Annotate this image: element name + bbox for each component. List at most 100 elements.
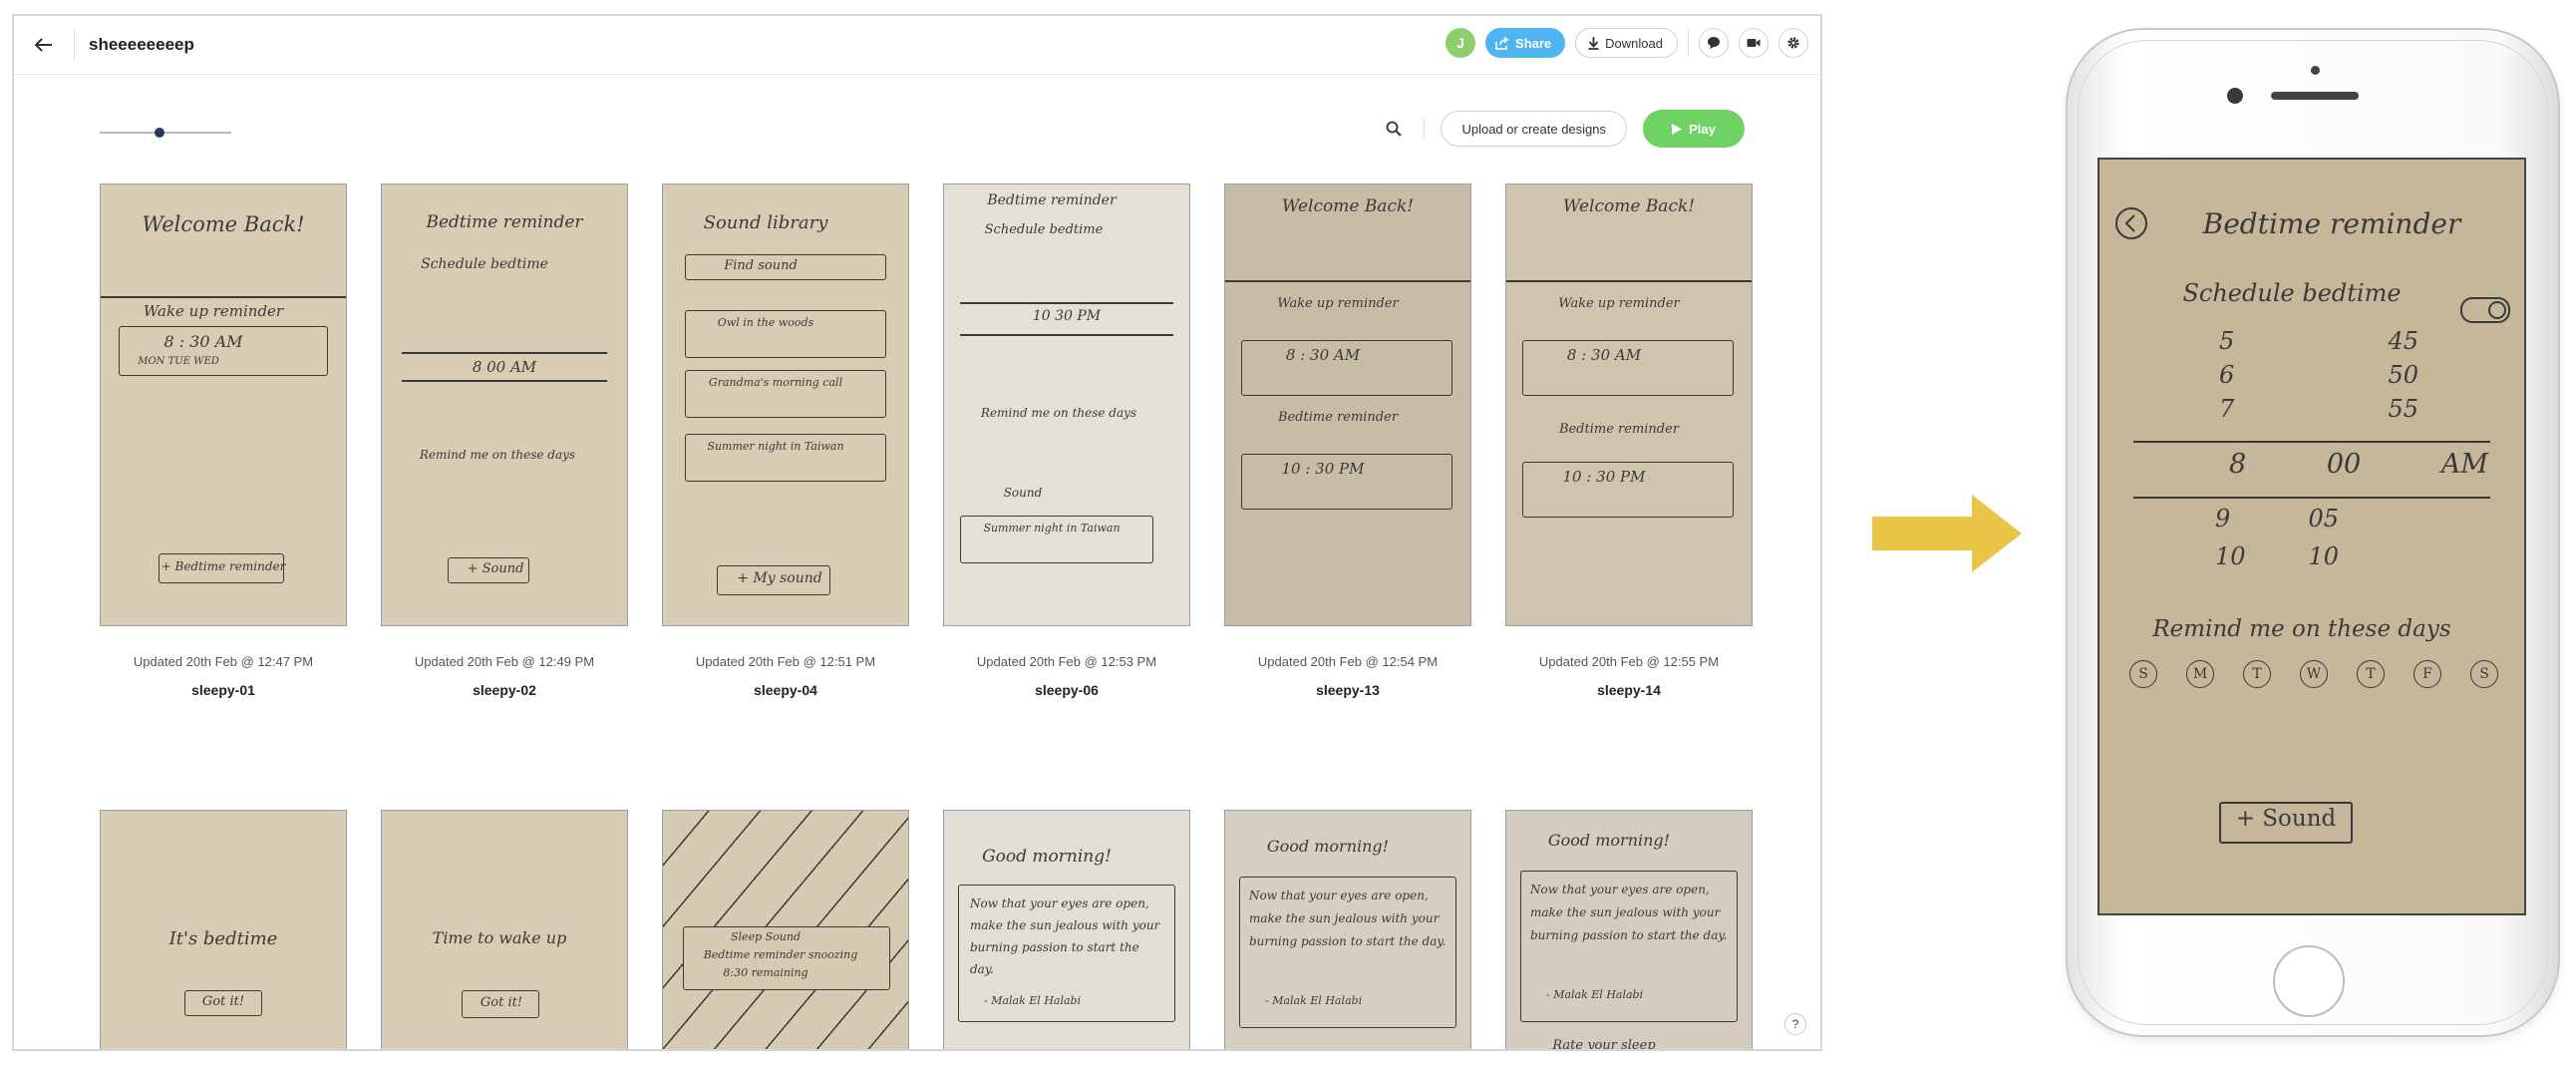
upload-create-button[interactable]: Upload or create designs	[1441, 111, 1627, 147]
screen-name[interactable]: sleepy-04	[662, 682, 909, 698]
screen-name[interactable]: sleepy-14	[1505, 682, 1753, 698]
sketch-text: 10 : 30 PM	[1562, 468, 1646, 486]
screen-thumbnail[interactable]: Bedtime reminder Schedule bedtime 8 00 A…	[381, 183, 628, 626]
screen-thumbnail[interactable]: Sound library Find sound Owl in the wood…	[662, 183, 909, 626]
sketch-line	[101, 296, 346, 298]
sketch-title: Good morning!	[982, 847, 1112, 867]
sketch-text: 8 : 30 AM	[1285, 346, 1361, 364]
screen-thumbnail[interactable]: Good morning! Now that your eyes are ope…	[943, 810, 1190, 1049]
phone-schedule-label: Schedule bedtime	[2182, 279, 2402, 307]
gear-icon	[1787, 37, 1799, 49]
screen-thumbnail[interactable]: Welcome Back! Wake up reminder 8 : 30 AM…	[1505, 183, 1753, 626]
sketch-line	[960, 302, 1173, 304]
sketch-text: Remind me on these days	[419, 448, 576, 462]
play-button[interactable]: Play	[1643, 110, 1745, 148]
sketch-text: + Bedtime reminder	[161, 559, 286, 573]
video-button[interactable]	[1739, 28, 1769, 58]
sketch-text: MON TUE WED	[138, 356, 219, 367]
search-button[interactable]	[1380, 115, 1408, 143]
sketch-text: Sleep Sound	[731, 930, 801, 943]
video-icon	[1747, 39, 1761, 47]
user-avatar[interactable]: J	[1446, 28, 1476, 58]
screen-thumbnail[interactable]: Sleep Sound Bedtime reminder snoozing 8:…	[662, 810, 909, 1049]
screen-thumbnail[interactable]: Welcome Back! Wake up reminder 8 : 30 AM…	[100, 183, 347, 626]
help-button[interactable]: ?	[1784, 1013, 1806, 1035]
sketch-title: Time to wake up	[432, 928, 567, 947]
sketch-text: - Malak El Halabi	[1265, 994, 1363, 1007]
phone-sensor	[2311, 66, 2320, 75]
screen-thumbnail[interactable]: Good morning! Now that your eyes are ope…	[1505, 810, 1753, 1051]
screen-thumbnail[interactable]: Welcome Back! Wake up reminder 8 : 30 AM…	[1224, 183, 1471, 626]
project-title: sheeeeeeeep	[89, 35, 194, 54]
sketch-title: Sound library	[703, 212, 828, 233]
download-icon	[1588, 36, 1599, 50]
phone-screen[interactable]: Bedtime reminder Schedule bedtime 5 45 65…	[2097, 158, 2526, 915]
minute-value: 10	[2308, 542, 2339, 570]
comments-button[interactable]	[1699, 28, 1729, 58]
share-button[interactable]: Share	[1485, 28, 1566, 58]
sketch-line	[2133, 441, 2490, 443]
screen-name[interactable]: sleepy-01	[100, 682, 347, 698]
sketch-text: 10 30 PM	[1032, 308, 1102, 324]
home-button[interactable]	[2273, 945, 2345, 1017]
minute-value: 45	[2388, 327, 2418, 355]
divider	[1424, 118, 1426, 140]
screen-thumbnail[interactable]: Time to wake up Got it!	[381, 810, 628, 1049]
day-saturday[interactable]: S	[2470, 660, 2498, 688]
hour-value: 10	[2215, 542, 2246, 570]
sketch-text: - Malak El Halabi	[984, 994, 1082, 1007]
sketch-text: Wake up reminder	[1277, 296, 1399, 311]
day-monday[interactable]: M	[2186, 660, 2214, 688]
sketch-text: Summer night in Taiwan	[983, 522, 1121, 534]
comment-icon	[1708, 37, 1720, 49]
sketch-text: Bedtime reminder	[1277, 410, 1399, 425]
minute-value: 55	[2388, 395, 2418, 423]
screen-name[interactable]: sleepy-06	[943, 682, 1190, 698]
hour-picker-after[interactable]: 9 05 10 10	[2215, 505, 2339, 580]
zoom-handle[interactable]	[154, 128, 164, 138]
remind-label: Remind me on these days	[2152, 616, 2451, 642]
top-bar: sheeeeeeeep J Share Download	[14, 16, 1820, 75]
sketch-title: Bedtime reminder	[426, 212, 583, 232]
sketch-text: Bedtime reminder snoozing	[703, 948, 858, 961]
sketch-text: 8 00 AM	[472, 358, 537, 376]
sketch-text: Now that your eyes are open, make the su…	[1249, 889, 1447, 948]
sketch-text: + My sound	[737, 570, 822, 586]
phone-title: Bedtime reminder	[2202, 207, 2461, 240]
sketch-text: 8:30 remaining	[723, 966, 808, 979]
sketch-title: Welcome Back!	[1562, 196, 1696, 216]
day-selector[interactable]: S M T W T F S	[2129, 660, 2498, 688]
screen-thumbnail[interactable]: It's bedtime Got it!	[100, 810, 347, 1049]
sketch-text: Grandma's morning call	[708, 376, 843, 389]
back-button[interactable]	[24, 25, 64, 65]
screen-name[interactable]: sleepy-13	[1224, 682, 1471, 698]
updated-time: Updated 20th Feb @ 12:54 PM	[1257, 654, 1439, 669]
selected-minute: 00	[2326, 449, 2362, 480]
sketch-text: Rate your sleep	[1552, 1038, 1656, 1051]
day-thursday[interactable]: T	[2357, 660, 2385, 688]
bedtime-toggle[interactable]	[2460, 297, 2510, 323]
share-label: Share	[1515, 35, 1552, 51]
sketch-text: Remind me on these days	[980, 406, 1137, 420]
day-sunday[interactable]: S	[2129, 660, 2157, 688]
screen-thumbnail[interactable]: Bedtime reminder Schedule bedtime 10 30 …	[943, 183, 1190, 626]
sketch-title: Welcome Back!	[142, 212, 305, 236]
hour-picker[interactable]: 5 45 6 50 7 55	[2219, 327, 2418, 429]
screen-thumbnail[interactable]: Good morning! Now that your eyes are ope…	[1224, 810, 1471, 1049]
day-tuesday[interactable]: T	[2243, 660, 2271, 688]
divider	[1688, 29, 1689, 57]
screen-name[interactable]: sleepy-02	[381, 682, 628, 698]
sketch-text: Owl in the woods	[717, 316, 814, 329]
day-wednesday[interactable]: W	[2300, 660, 2328, 688]
selected-time[interactable]: 8 00 AM	[2229, 449, 2488, 480]
updated-time: Updated 20th Feb @ 12:51 PM	[695, 654, 876, 669]
download-button[interactable]: Download	[1575, 28, 1678, 58]
sketch-title: It's bedtime	[168, 928, 278, 949]
zoom-slider[interactable]	[100, 126, 231, 140]
settings-button[interactable]	[1778, 28, 1808, 58]
sketch-text: 10 : 30 PM	[1281, 460, 1365, 478]
header-actions: J Share Download	[1446, 28, 1808, 58]
sketch-text: Summer night in Taiwan	[707, 440, 844, 453]
day-friday[interactable]: F	[2414, 660, 2441, 688]
hour-value: 5	[2219, 327, 2235, 355]
